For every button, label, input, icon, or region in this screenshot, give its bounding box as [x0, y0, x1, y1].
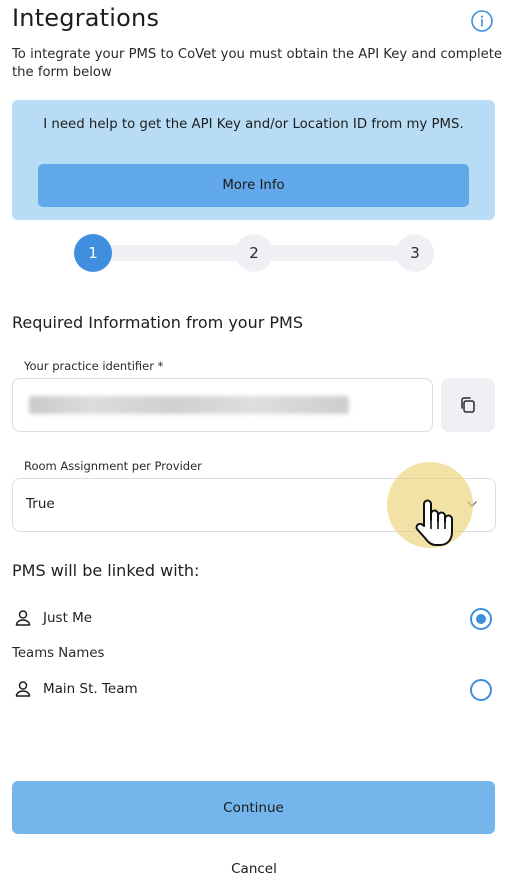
stepper: 1 2 3 [74, 234, 434, 272]
info-circle-icon[interactable] [470, 9, 494, 33]
room-assignment-value: True [26, 496, 55, 512]
step-2[interactable]: 2 [235, 234, 273, 272]
just-me-radio[interactable] [470, 608, 492, 630]
redacted-identifier-value [29, 396, 349, 414]
hand-cursor-icon [415, 499, 453, 546]
team-label: Main St. Team [43, 681, 138, 697]
copy-icon [461, 397, 475, 413]
required-info-heading: Required Information from your PMS [12, 313, 303, 332]
help-card: I need help to get the API Key and/or Lo… [12, 100, 495, 220]
option-team[interactable]: Main St. Team [12, 676, 494, 704]
cancel-link[interactable]: Cancel [0, 861, 508, 877]
copy-identifier-button[interactable] [441, 378, 495, 432]
person-icon [15, 610, 31, 626]
room-assignment-label: Room Assignment per Provider [24, 459, 202, 473]
step-1[interactable]: 1 [74, 234, 112, 272]
team-radio[interactable] [470, 679, 492, 701]
just-me-label: Just Me [43, 610, 93, 626]
integrations-page: Integrations To integrate your PMS to Co… [0, 0, 516, 896]
continue-button[interactable]: Continue [12, 781, 495, 834]
more-info-button[interactable]: More Info [38, 164, 469, 207]
teams-names-heading: Teams Names [12, 646, 105, 661]
option-just-me[interactable]: Just Me [12, 605, 494, 633]
help-card-text: I need help to get the API Key and/or Lo… [43, 117, 464, 132]
page-subtitle: To integrate your PMS to CoVet you must … [12, 47, 503, 80]
page-title: Integrations [12, 4, 160, 32]
practice-identifier-label: Your practice identifier * [24, 359, 164, 373]
step-3[interactable]: 3 [396, 234, 434, 272]
linked-with-heading: PMS will be linked with: [12, 561, 200, 580]
practice-identifier-input[interactable] [12, 378, 433, 432]
person-icon [15, 681, 31, 697]
